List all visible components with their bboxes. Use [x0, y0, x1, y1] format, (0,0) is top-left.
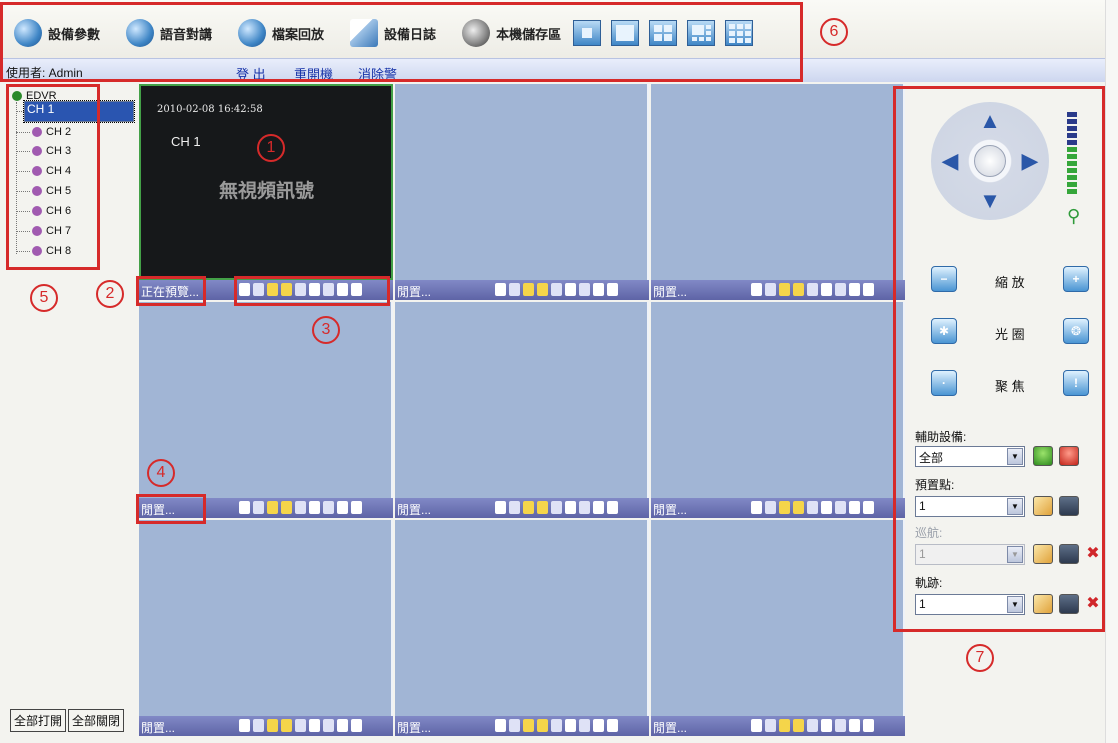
- idle-status-text: 閒置...: [653, 285, 688, 299]
- video-cell[interactable]: [651, 84, 905, 280]
- callout-number: 7: [966, 644, 994, 672]
- annotation-box-ptz: [893, 86, 1105, 632]
- video-cell[interactable]: [395, 84, 649, 280]
- cell-status-bar: 閒置...: [651, 498, 905, 518]
- video-channel-label: CH 1: [171, 134, 201, 149]
- cell-control-icons[interactable]: [751, 501, 877, 514]
- annotation-box-status: [136, 276, 206, 306]
- cell-status-bar: 閒置...: [651, 280, 905, 300]
- video-cell[interactable]: [651, 302, 905, 498]
- video-cell[interactable]: [395, 520, 649, 716]
- idle-status-text: 閒置...: [653, 503, 688, 517]
- idle-status-text: 閒置...: [653, 721, 688, 735]
- video-cell[interactable]: [139, 302, 393, 498]
- annotation-box-tree: [6, 84, 100, 270]
- video-cell[interactable]: [395, 302, 649, 498]
- no-signal-text: 無視頻訊號: [219, 181, 315, 202]
- video-cell[interactable]: [139, 520, 393, 716]
- cell-status-bar: 閒置...: [651, 716, 905, 736]
- cell-control-icons[interactable]: [495, 283, 621, 296]
- callout-number: 5: [30, 284, 58, 312]
- video-timestamp: 2010-02-08 16:42:58: [157, 104, 263, 115]
- annotation-box-controls: [234, 276, 390, 306]
- cell-control-icons[interactable]: [239, 501, 365, 514]
- video-cell[interactable]: [651, 520, 905, 716]
- cell-status-bar: 閒置...: [395, 498, 649, 518]
- tree-action-buttons: 全部打開 全部關閉: [10, 709, 126, 732]
- callout-number: 2: [96, 280, 124, 308]
- idle-status-text: 閒置...: [397, 285, 432, 299]
- video-grid: 2010-02-08 16:42:58 CH 1 無視頻訊號 正在預覽... 閒…: [139, 84, 907, 738]
- cell-status-bar: 閒置...: [395, 280, 649, 300]
- cell-control-icons[interactable]: [495, 719, 621, 732]
- cell-control-icons[interactable]: [751, 283, 877, 296]
- cell-status-bar: 閒置...: [395, 716, 649, 736]
- callout-number: 1: [257, 134, 285, 162]
- cell-control-icons[interactable]: [495, 501, 621, 514]
- cell-control-icons[interactable]: [751, 719, 877, 732]
- annotation-box-idle: [136, 494, 206, 524]
- idle-status-text: 閒置...: [397, 721, 432, 735]
- annotation-box-toolbar: [0, 2, 803, 82]
- callout-number: 4: [147, 459, 175, 487]
- open-all-button[interactable]: 全部打開: [10, 709, 67, 732]
- close-all-button[interactable]: 全部關閉: [68, 709, 125, 732]
- window-scrollbar[interactable]: [1105, 0, 1118, 743]
- callout-number: 6: [820, 18, 848, 46]
- cell-status-bar: 閒置...: [139, 716, 393, 736]
- callout-number: 3: [312, 316, 340, 344]
- video-cell-ch1[interactable]: 2010-02-08 16:42:58 CH 1 無視頻訊號: [139, 84, 393, 280]
- idle-status-text: 閒置...: [397, 503, 432, 517]
- dvr-client-window: 設備參數 語音對講 檔案回放 設備日誌 本機儲存區 使用者: Admin 登 出…: [0, 0, 1118, 743]
- cell-control-icons[interactable]: [239, 719, 365, 732]
- idle-status-text: 閒置...: [141, 721, 176, 735]
